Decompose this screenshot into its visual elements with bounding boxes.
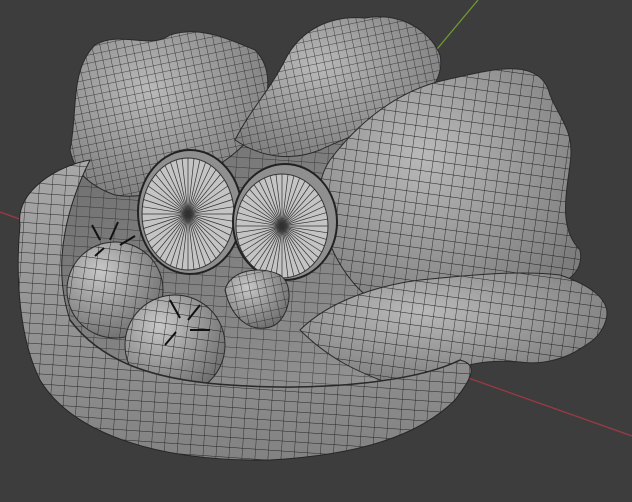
cucumber-slice-left[interactable] — [137, 149, 243, 275]
viewport-scene[interactable] — [0, 0, 632, 502]
cucumber-slice-right[interactable] — [232, 163, 338, 281]
3d-viewport[interactable] — [0, 0, 632, 502]
